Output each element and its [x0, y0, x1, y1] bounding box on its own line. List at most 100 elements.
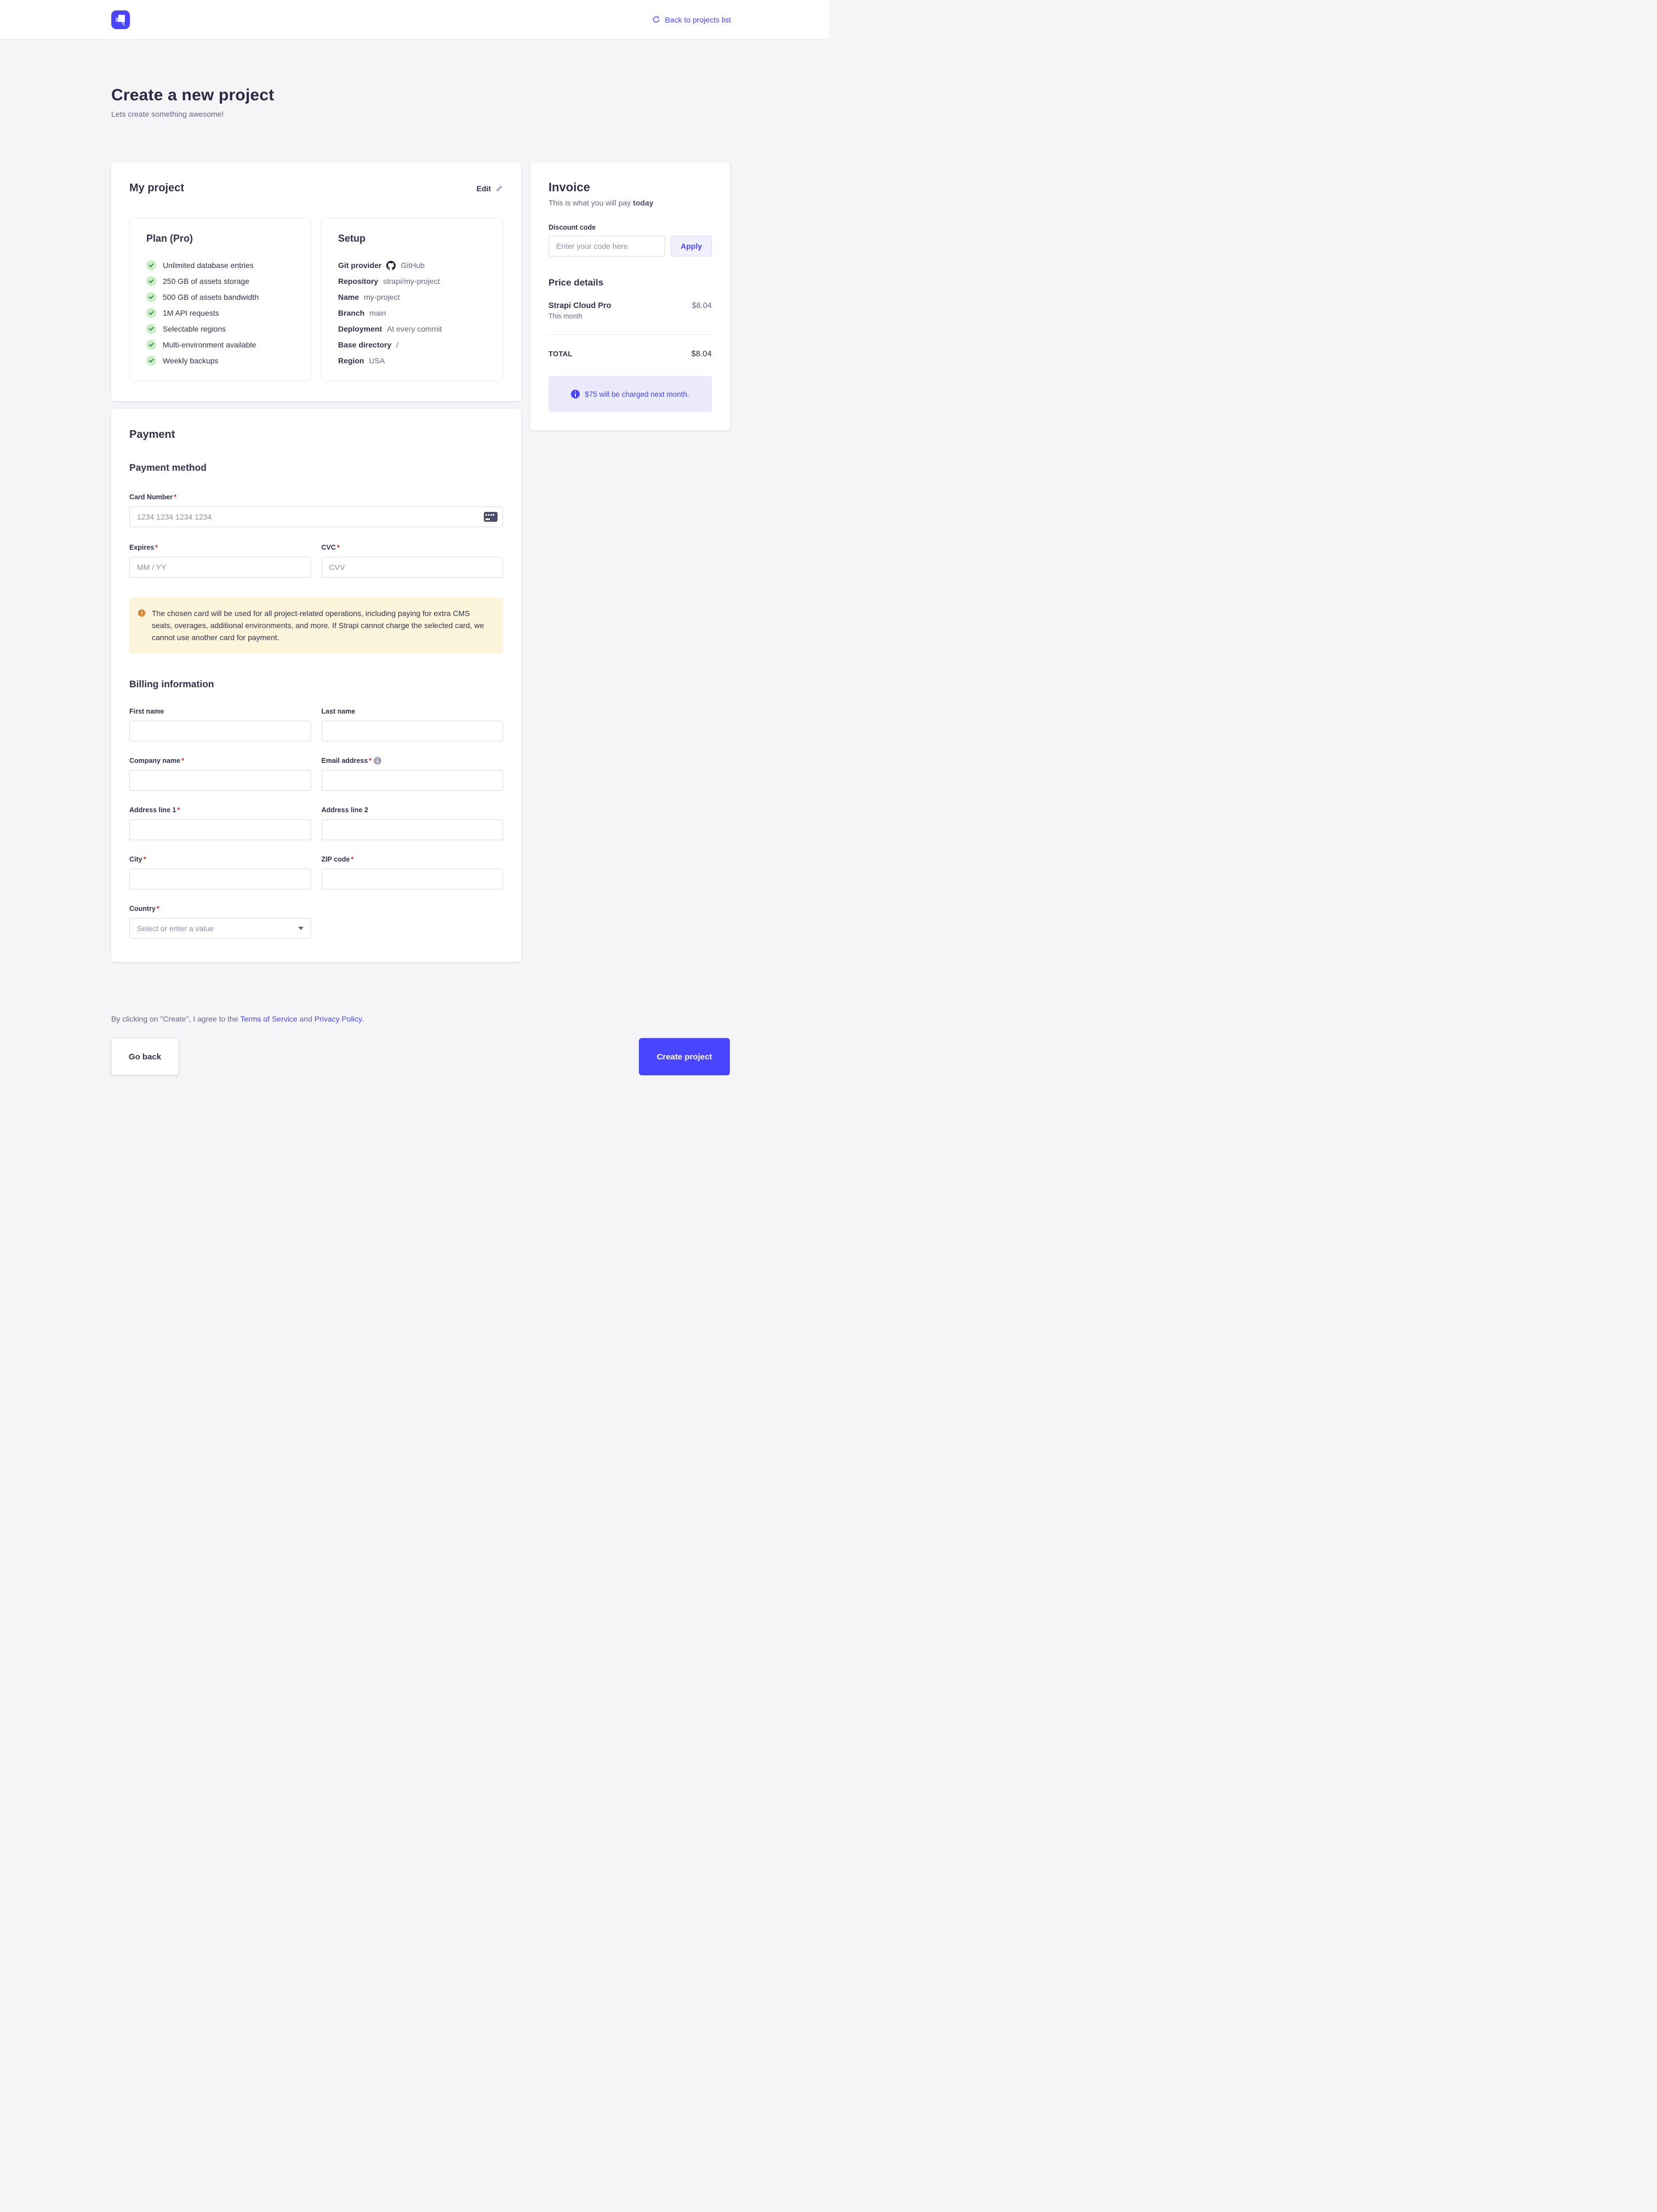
setup-row-repository: Repository strapi/my-project: [338, 276, 486, 287]
company-name-field: Company name*: [129, 756, 311, 791]
invoice-card: Invoice This is what you will pay today …: [530, 162, 730, 430]
card-number-label: Card Number: [129, 493, 173, 501]
setup-row-base-directory: Base directory /: [338, 339, 486, 350]
plan-feature: 250 GB of assets storage: [146, 276, 294, 287]
plan-feature: Unlimited database entries: [146, 260, 294, 271]
plan-feature: 1M API requests: [146, 307, 294, 318]
terms-text: By clicking on "Create", I agree to the …: [111, 1014, 730, 1023]
privacy-policy-link[interactable]: Privacy Policy.: [315, 1014, 364, 1023]
cvc-label: CVC: [322, 544, 336, 551]
strapi-logo-icon: [111, 10, 130, 29]
plan-feature: Multi-environment available: [146, 339, 294, 350]
plan-feature: Selectable regions: [146, 323, 294, 334]
address-line2-input[interactable]: [322, 819, 504, 840]
zip-code-field: ZIP code*: [322, 854, 504, 890]
cvc-input[interactable]: [322, 557, 504, 578]
last-name-input[interactable]: [322, 721, 504, 742]
expires-label: Expires: [129, 544, 154, 551]
setup-row-name: Name my-project: [338, 292, 486, 303]
email-input[interactable]: [322, 770, 504, 791]
pencil-icon: [495, 185, 503, 192]
apply-discount-button[interactable]: Apply: [671, 236, 712, 256]
setup-list: Git provider GitHub Repository strapi/my…: [338, 260, 486, 366]
card-number-field: Card Number*: [129, 492, 503, 527]
plan-feature: 500 GB of assets bandwidth: [146, 292, 294, 303]
address-line1-input[interactable]: [129, 819, 311, 840]
go-back-button[interactable]: Go back: [111, 1038, 179, 1075]
notice-text: $75 will be charged next month.: [585, 390, 689, 398]
plan-feature: Weekly backups: [146, 355, 294, 366]
setup-row-region: Region USA: [338, 355, 486, 366]
back-link-label: Back to projects list: [665, 15, 731, 24]
payment-card: Payment Payment method Card Number* Expi…: [111, 409, 521, 962]
setup-title: Setup: [338, 233, 486, 244]
price-item-period: This month: [548, 312, 611, 320]
email-info-icon: [374, 757, 381, 765]
warning-text: The chosen card will be used for all pro…: [152, 607, 492, 643]
first-name-field: First name: [129, 706, 311, 742]
payment-heading: Payment: [129, 429, 503, 441]
back-to-projects-link[interactable]: Back to projects list: [652, 15, 731, 24]
first-name-input[interactable]: [129, 721, 311, 742]
card-number-input[interactable]: [129, 506, 503, 527]
top-bar: Back to projects list: [0, 0, 828, 39]
check-icon: [146, 292, 156, 302]
check-icon: [146, 276, 156, 286]
card-usage-warning: The chosen card will be used for all pro…: [129, 597, 503, 653]
check-icon: [146, 340, 156, 350]
check-icon: [146, 260, 156, 270]
setup-row-branch: Branch main: [338, 307, 486, 318]
next-month-notice: $75 will be charged next month.: [548, 376, 712, 412]
info-icon: [571, 390, 580, 398]
address-line1-field: Address line 1*: [129, 805, 311, 840]
invoice-divider: [548, 334, 712, 335]
total-label: TOTAL: [548, 350, 573, 358]
zip-code-input[interactable]: [322, 869, 504, 890]
warning-icon: [138, 609, 145, 617]
invoice-title: Invoice: [548, 180, 712, 195]
billing-heading: Billing information: [129, 679, 503, 690]
last-name-field: Last name: [322, 706, 504, 742]
expires-input[interactable]: [129, 557, 311, 578]
back-arrow-icon: [652, 15, 660, 24]
check-icon: [146, 308, 156, 318]
country-field: Country* Select or enter a value: [129, 904, 311, 939]
chevron-down-icon: [298, 927, 304, 930]
check-icon: [146, 324, 156, 334]
discount-code-input[interactable]: [548, 236, 665, 256]
project-card-title: My project: [129, 182, 184, 195]
email-field: Email address*: [322, 756, 504, 791]
plan-title: Plan (Pro): [146, 233, 294, 244]
setup-row-git-provider: Git provider GitHub: [338, 260, 486, 271]
city-field: City*: [129, 854, 311, 890]
create-project-button[interactable]: Create project: [639, 1038, 730, 1075]
footer: By clicking on "Create", I agree to the …: [111, 1014, 730, 1119]
payment-method-heading: Payment method: [129, 462, 503, 474]
expires-field: Expires*: [129, 543, 311, 578]
page-title: Create a new project: [111, 86, 730, 105]
country-select[interactable]: Select or enter a value: [129, 918, 311, 939]
plan-box: Plan (Pro) Unlimited database entries 25…: [129, 218, 311, 381]
check-icon: [146, 356, 156, 366]
github-icon: [386, 261, 396, 270]
price-details-heading: Price details: [548, 277, 712, 288]
invoice-subtitle: This is what you will pay today: [548, 198, 712, 207]
main-column: My project Edit Plan (Pro) Unlimited dat…: [111, 162, 521, 962]
edit-project-button[interactable]: Edit: [477, 184, 503, 193]
edit-label: Edit: [477, 184, 491, 193]
credit-card-icon: [484, 512, 498, 522]
cvc-field: CVC*: [322, 543, 504, 578]
total-amount: $8.04: [691, 349, 712, 358]
terms-of-service-link[interactable]: Terms of Service: [240, 1014, 297, 1023]
company-name-input[interactable]: [129, 770, 311, 791]
city-input[interactable]: [129, 869, 311, 890]
discount-code-label: Discount code: [548, 224, 712, 231]
setup-row-deployment: Deployment At every commit: [338, 323, 486, 334]
total-row: TOTAL $8.04: [548, 349, 712, 358]
setup-box: Setup Git provider GitHub Repository: [321, 218, 503, 381]
price-item-name: Strapi Cloud Pro: [548, 301, 611, 310]
plan-feature-list: Unlimited database entries 250 GB of ass…: [146, 260, 294, 366]
price-item-amount: $8.04: [692, 301, 712, 310]
my-project-card: My project Edit Plan (Pro) Unlimited dat…: [111, 162, 521, 401]
address-line2-field: Address line 2: [322, 805, 504, 840]
